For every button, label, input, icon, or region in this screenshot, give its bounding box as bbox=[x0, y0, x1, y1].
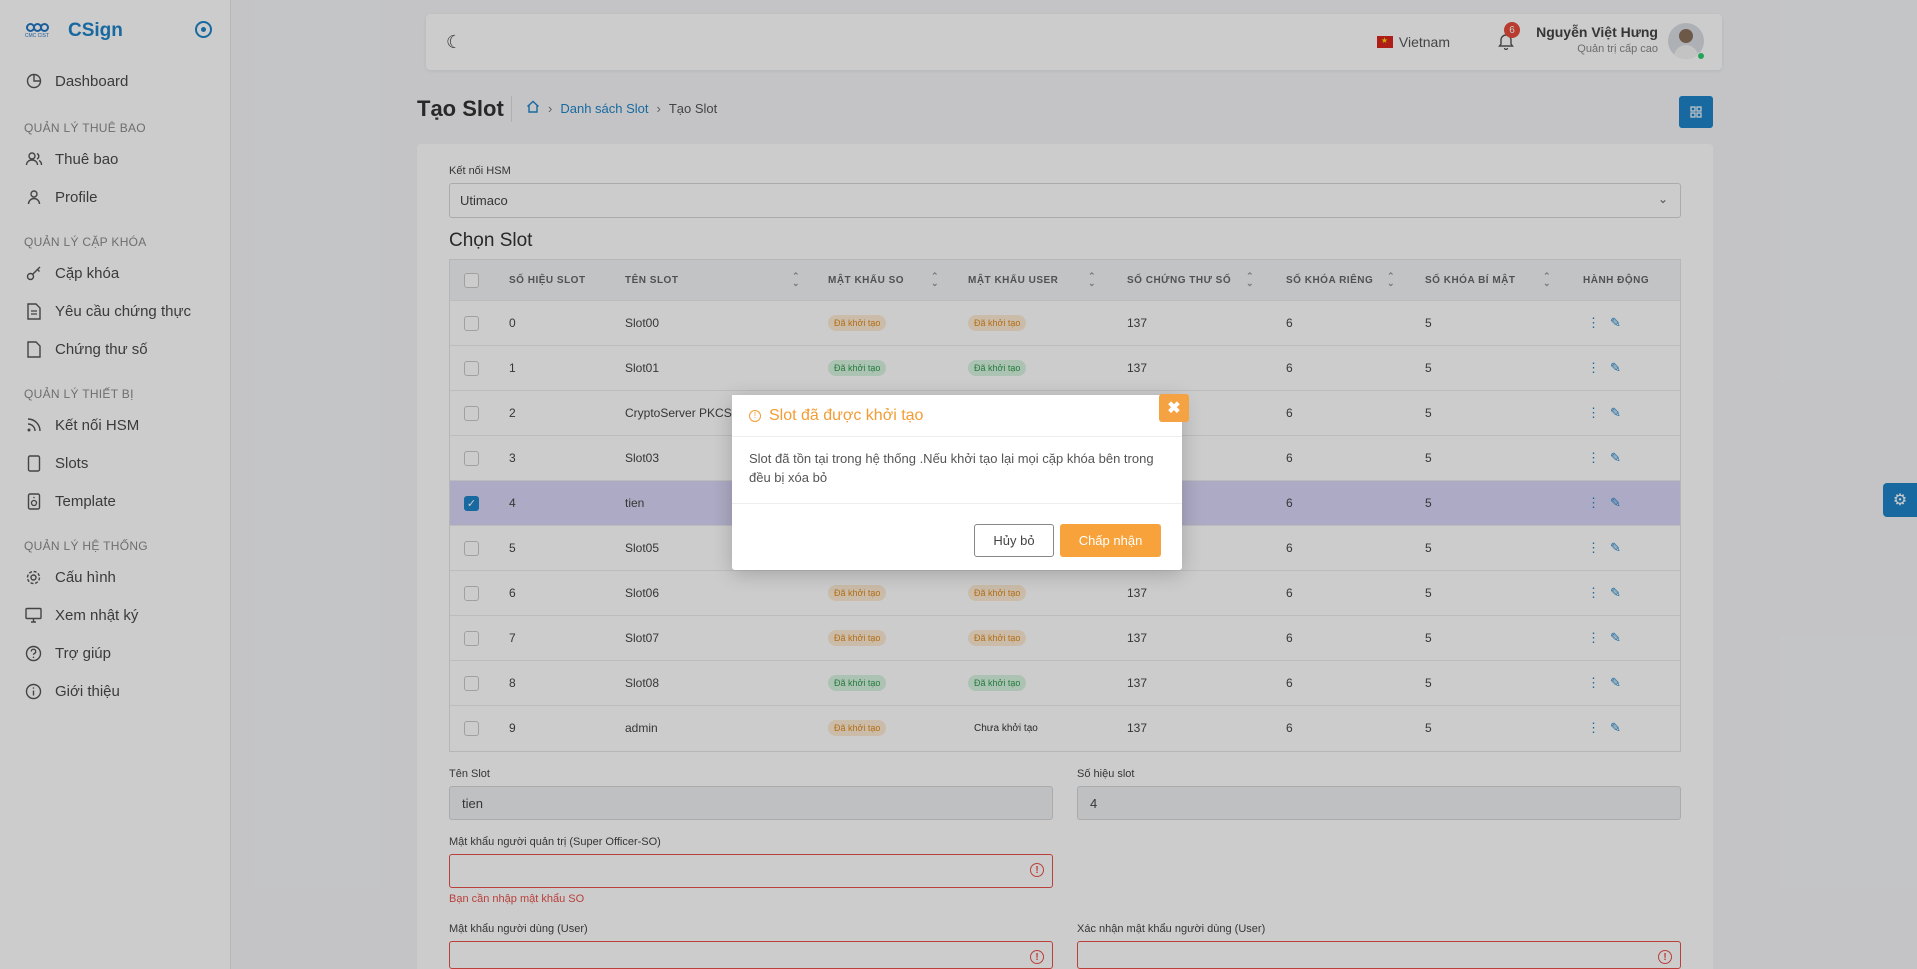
close-icon[interactable]: ✖ bbox=[1159, 394, 1189, 422]
warning-icon: ! bbox=[749, 409, 761, 422]
confirm-button[interactable]: Chấp nhận bbox=[1060, 524, 1161, 557]
dialog-message: Slot đã tồn tại trong hệ thống .Nếu khởi… bbox=[732, 437, 1182, 504]
cancel-button[interactable]: Hủy bỏ bbox=[974, 524, 1054, 557]
dialog-title: Slot đã được khởi tạo bbox=[769, 406, 924, 424]
slot-exists-dialog: ! Slot đã được khởi tạo Slot đã tồn tại … bbox=[732, 394, 1189, 570]
dialog-header: ! Slot đã được khởi tạo bbox=[732, 395, 1182, 437]
